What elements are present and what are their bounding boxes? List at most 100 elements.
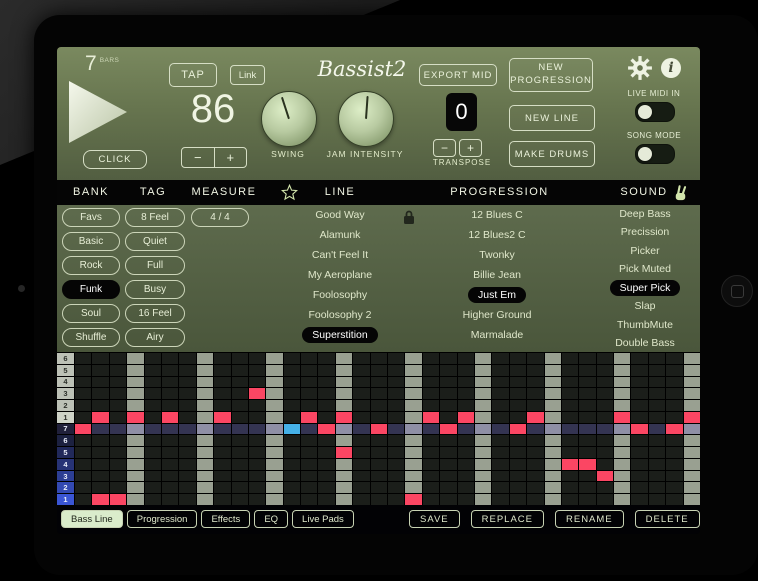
grid-cell[interactable] — [301, 447, 318, 458]
grid-cell[interactable] — [405, 470, 422, 482]
grid-cell[interactable] — [283, 411, 301, 423]
grid-cell[interactable] — [283, 458, 301, 470]
grid-cell[interactable] — [666, 482, 683, 494]
grid-cell[interactable] — [318, 435, 335, 447]
grid-cell[interactable] — [109, 400, 127, 411]
grid-cell[interactable] — [144, 435, 161, 447]
grid-cell[interactable] — [492, 482, 509, 494]
grid-cell[interactable] — [527, 470, 544, 482]
file-action-button[interactable]: REPLACE — [470, 510, 544, 528]
grid-cell[interactable] — [666, 494, 683, 505]
grid-cell[interactable] — [440, 435, 457, 447]
grid-cell[interactable] — [161, 364, 179, 376]
grid-cell[interactable] — [666, 411, 683, 423]
note-cell[interactable] — [440, 423, 457, 435]
grid-cell[interactable] — [196, 435, 214, 447]
file-action-button[interactable]: SAVE — [409, 510, 460, 528]
grid-cell[interactable] — [318, 447, 335, 458]
grid-cell[interactable] — [614, 447, 631, 458]
grid-cell[interactable] — [266, 458, 283, 470]
grid-cell[interactable] — [579, 388, 596, 400]
grid-cell[interactable] — [75, 447, 92, 458]
grid-cell[interactable] — [440, 458, 457, 470]
grid-cell[interactable] — [405, 364, 422, 376]
grid-cell[interactable] — [440, 388, 457, 400]
grid-cell[interactable] — [161, 353, 179, 364]
grid-cell[interactable] — [109, 423, 127, 435]
grid-cell[interactable] — [92, 388, 109, 400]
grid-cell[interactable] — [388, 494, 405, 505]
grid-cell[interactable] — [144, 388, 161, 400]
note-cell[interactable] — [579, 458, 596, 470]
grid-cell[interactable] — [196, 423, 214, 435]
grid-cell[interactable] — [527, 400, 544, 411]
line-item[interactable]: Foolosophy 2 — [298, 307, 381, 323]
grid-cell[interactable] — [335, 423, 353, 435]
grid-cell[interactable] — [561, 470, 579, 482]
grid-cell[interactable] — [266, 447, 283, 458]
note-cell[interactable] — [666, 423, 683, 435]
grid-cell[interactable] — [544, 376, 561, 388]
grid-cell[interactable] — [648, 388, 666, 400]
grid-cell[interactable] — [474, 435, 492, 447]
grid-cell[interactable] — [266, 482, 283, 494]
grid-cell[interactable] — [283, 447, 301, 458]
grid-cell[interactable] — [214, 458, 231, 470]
grid-cell[interactable] — [335, 494, 353, 505]
grid-cell[interactable] — [335, 376, 353, 388]
grid-cell[interactable] — [648, 364, 666, 376]
grid-cell[interactable] — [492, 400, 509, 411]
grid-cell[interactable] — [631, 400, 648, 411]
grid-cell[interactable] — [196, 470, 214, 482]
grid-cell[interactable] — [231, 364, 248, 376]
view-tab[interactable]: Progression — [126, 510, 198, 528]
grid-cell[interactable] — [683, 388, 700, 400]
grid-cell[interactable] — [474, 482, 492, 494]
grid-cell[interactable] — [75, 376, 92, 388]
tap-button[interactable]: TAP — [169, 63, 217, 87]
grid-cell[interactable] — [75, 458, 92, 470]
grid-cell[interactable] — [405, 423, 422, 435]
grid-cell[interactable] — [127, 470, 144, 482]
grid-cell[interactable] — [283, 482, 301, 494]
jam-intensity-knob[interactable] — [338, 91, 394, 147]
grid-cell[interactable] — [353, 364, 370, 376]
note-cell[interactable] — [127, 411, 144, 423]
grid-cell[interactable] — [474, 388, 492, 400]
grid-cell[interactable] — [509, 400, 527, 411]
note-cell[interactable] — [92, 494, 109, 505]
grid-cell[interactable] — [596, 458, 614, 470]
grid-cell[interactable] — [144, 482, 161, 494]
grid-cell[interactable] — [109, 364, 127, 376]
grid-cell[interactable] — [231, 435, 248, 447]
transpose-plus-button[interactable]: + — [459, 139, 482, 157]
grid-cell[interactable] — [231, 376, 248, 388]
playhead-cell[interactable] — [283, 423, 301, 435]
grid-cell[interactable] — [388, 447, 405, 458]
grid-cell[interactable] — [370, 482, 387, 494]
grid-cell[interactable] — [231, 423, 248, 435]
grid-cell[interactable] — [109, 353, 127, 364]
grid-cell[interactable] — [648, 447, 666, 458]
grid-cell[interactable] — [631, 376, 648, 388]
grid-cell[interactable] — [370, 435, 387, 447]
grid-cell[interactable] — [127, 423, 144, 435]
grid-cell[interactable] — [579, 470, 596, 482]
note-cell[interactable] — [405, 494, 422, 505]
note-cell[interactable] — [614, 411, 631, 423]
grid-cell[interactable] — [127, 388, 144, 400]
tempo-minus-button[interactable]: − — [182, 148, 214, 167]
grid-cell[interactable] — [370, 388, 387, 400]
grid-cell[interactable] — [231, 388, 248, 400]
grid-cell[interactable] — [405, 447, 422, 458]
grid-cell[interactable] — [561, 447, 579, 458]
grid-cell[interactable] — [370, 364, 387, 376]
grid-cell[interactable] — [214, 364, 231, 376]
grid-cell[interactable] — [248, 447, 266, 458]
make-drums-button[interactable]: MAKE DRUMS — [509, 141, 595, 167]
note-cell[interactable] — [335, 411, 353, 423]
grid-cell[interactable] — [596, 388, 614, 400]
grid-cell[interactable] — [161, 435, 179, 447]
grid-cell[interactable] — [648, 435, 666, 447]
grid-cell[interactable] — [527, 423, 544, 435]
